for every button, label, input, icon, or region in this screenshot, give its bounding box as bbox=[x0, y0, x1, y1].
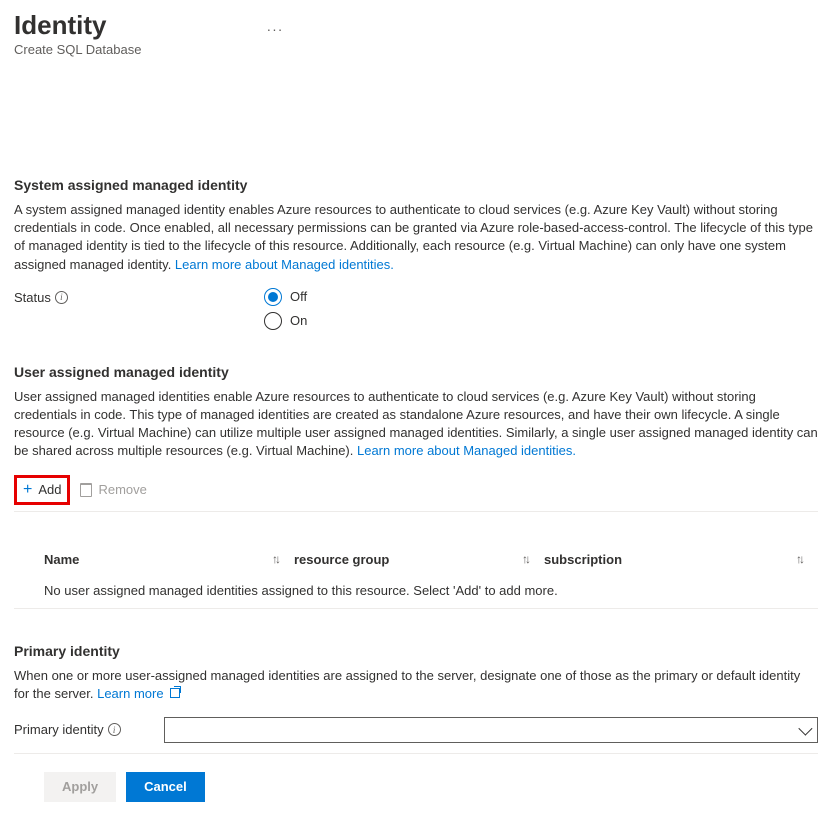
sort-icon: ↑↓ bbox=[796, 552, 802, 566]
column-header-resource-group[interactable]: resource group ↑↓ bbox=[294, 552, 544, 567]
add-button-label: Add bbox=[38, 482, 61, 497]
remove-button-label: Remove bbox=[98, 482, 146, 497]
system-identity-description-text: A system assigned managed identity enabl… bbox=[14, 202, 813, 272]
plus-icon: + bbox=[23, 482, 32, 498]
user-identity-learn-more-link[interactable]: Learn more about Managed identities. bbox=[357, 443, 576, 458]
user-identity-description: User assigned managed identities enable … bbox=[14, 388, 818, 461]
remove-button: Remove bbox=[80, 482, 146, 497]
status-label: Status bbox=[14, 290, 51, 305]
column-header-name-label: Name bbox=[44, 552, 79, 567]
identity-table-header: Name ↑↓ resource group ↑↓ subscription ↑… bbox=[14, 552, 818, 573]
primary-identity-label: Primary identity bbox=[14, 722, 104, 737]
radio-unselected-icon bbox=[264, 312, 282, 330]
column-header-rg-label: resource group bbox=[294, 552, 389, 567]
info-icon[interactable]: i bbox=[55, 291, 68, 304]
column-header-sub-label: subscription bbox=[544, 552, 622, 567]
page-subtitle: Create SQL Database bbox=[14, 42, 818, 57]
add-button-highlight: + Add bbox=[14, 475, 70, 505]
status-radio-on-label: On bbox=[290, 313, 307, 328]
system-identity-description: A system assigned managed identity enabl… bbox=[14, 201, 818, 274]
user-identity-heading: User assigned managed identity bbox=[14, 364, 818, 380]
primary-identity-divider bbox=[14, 753, 818, 754]
status-radio-off-label: Off bbox=[290, 289, 307, 304]
page-title: Identity bbox=[14, 10, 106, 41]
status-radio-group: Off On bbox=[264, 288, 307, 336]
status-radio-off[interactable]: Off bbox=[264, 288, 307, 306]
cancel-button[interactable]: Cancel bbox=[126, 772, 205, 802]
trash-icon bbox=[80, 483, 92, 497]
system-identity-heading: System assigned managed identity bbox=[14, 177, 818, 193]
column-header-name[interactable]: Name ↑↓ bbox=[44, 552, 294, 567]
external-link-icon bbox=[170, 688, 180, 698]
add-button[interactable]: + Add bbox=[23, 482, 61, 498]
chevron-down-icon bbox=[798, 721, 812, 735]
sort-icon: ↑↓ bbox=[522, 552, 528, 566]
primary-identity-learn-more-link[interactable]: Learn more bbox=[97, 686, 180, 701]
status-radio-on[interactable]: On bbox=[264, 312, 307, 330]
radio-selected-icon bbox=[264, 288, 282, 306]
primary-identity-heading: Primary identity bbox=[14, 643, 818, 659]
column-header-subscription[interactable]: subscription ↑↓ bbox=[544, 552, 818, 567]
more-menu-icon[interactable]: ··· bbox=[266, 16, 283, 42]
primary-identity-description: When one or more user-assigned managed i… bbox=[14, 667, 818, 703]
identity-table-empty-row: No user assigned managed identities assi… bbox=[14, 573, 818, 609]
sort-icon: ↑↓ bbox=[272, 552, 278, 566]
system-identity-learn-more-link[interactable]: Learn more about Managed identities. bbox=[175, 257, 394, 272]
toolbar-divider bbox=[14, 511, 818, 512]
apply-button: Apply bbox=[44, 772, 116, 802]
primary-identity-dropdown[interactable] bbox=[164, 717, 818, 743]
info-icon[interactable]: i bbox=[108, 723, 121, 736]
